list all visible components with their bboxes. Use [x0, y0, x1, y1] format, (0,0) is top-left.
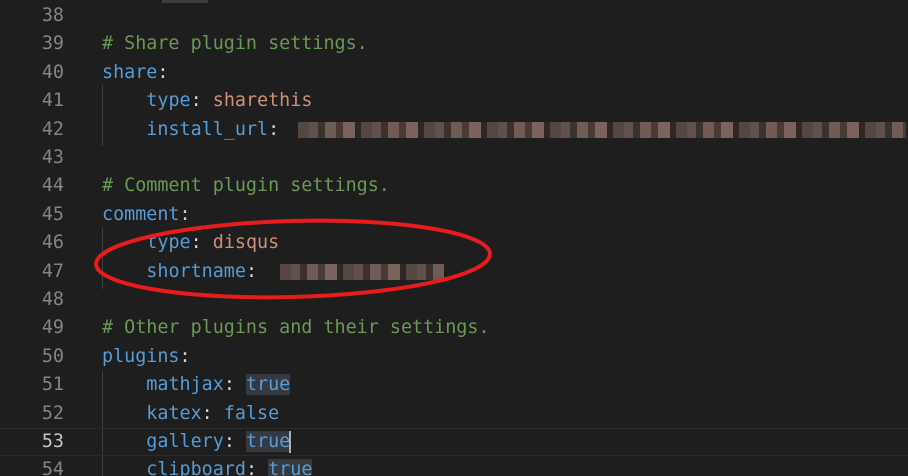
annotation-ellipse: [94, 218, 492, 300]
red-ellipse-annotation: [94, 218, 492, 300]
code-editor[interactable]: 38 39 # Share plugin settings. 40 share: 41 t…: [0, 0, 908, 476]
